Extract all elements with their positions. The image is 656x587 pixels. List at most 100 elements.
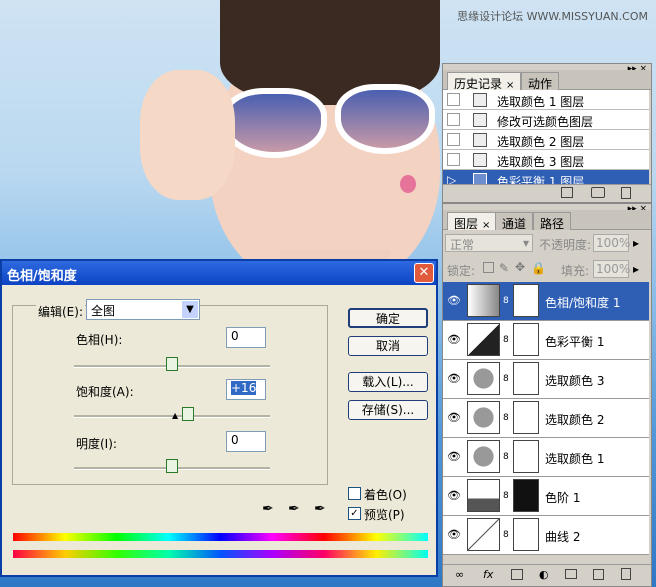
hand — [140, 70, 235, 200]
close-icon[interactable]: ✕ — [414, 263, 434, 283]
tab-paths[interactable]: 路径 — [533, 212, 572, 231]
eyedropper-icon[interactable]: ✒ — [262, 501, 274, 517]
link-icon: 8 — [503, 374, 509, 384]
mask-thumb — [513, 284, 539, 317]
mask-thumb — [513, 323, 539, 356]
document-icon — [473, 93, 487, 107]
earring — [400, 175, 416, 193]
watermark: 思缘设计论坛 WWW.MISSYUAN.COM — [457, 10, 648, 23]
preview-checkbox[interactable]: ✓ — [348, 507, 361, 520]
dialog-titlebar[interactable]: 色相/饱和度 ✕ — [2, 261, 436, 285]
levels-thumb — [467, 479, 500, 512]
mask-thumb — [513, 479, 539, 512]
opacity-field[interactable]: 100% — [593, 234, 630, 252]
hue-saturation-thumb — [467, 284, 500, 317]
adjustment-layer-icon[interactable]: ◐ — [539, 568, 549, 581]
eyedropper-plus-icon[interactable]: ✒ — [288, 501, 300, 517]
lock-pixels-icon[interactable] — [483, 262, 494, 273]
mask-thumb — [513, 518, 539, 551]
eye-icon[interactable]: 👁 — [446, 372, 462, 386]
layer-row[interactable]: 👁 8 选取颜色 1 — [443, 438, 649, 477]
tab-actions[interactable]: 动作 — [521, 72, 560, 91]
trash-icon[interactable] — [621, 187, 631, 199]
color-balance-thumb — [467, 323, 500, 356]
layer-row[interactable]: 👁 8 曲线 2 — [443, 516, 649, 555]
blend-mode-select[interactable]: 正常 ▾ — [445, 234, 533, 252]
tab-channels[interactable]: 通道 — [495, 212, 534, 231]
selective-color-thumb — [467, 401, 500, 434]
layer-row[interactable]: 👁 8 选取颜色 2 — [443, 399, 649, 438]
tab-history[interactable]: 历史记录 × — [447, 72, 522, 91]
layers-footer: ∞ fx ◐ — [443, 564, 651, 586]
chevron-down-icon: ▾ — [522, 236, 529, 250]
brush-lock-icon[interactable]: ✎ — [499, 261, 509, 275]
saturation-input[interactable]: +16 — [226, 379, 266, 400]
new-layer-icon[interactable] — [593, 569, 604, 580]
color-bar-bottom — [13, 550, 428, 558]
close-icon[interactable]: × — [482, 220, 490, 231]
chevron-down-icon[interactable]: ▼ — [182, 301, 198, 318]
document-icon — [473, 153, 487, 167]
history-panel: ▸▸ × 历史记录 × 动作 选取颜色 1 图层 修改可选颜色图层 选取颜色 2 … — [442, 63, 652, 203]
eyedropper-minus-icon[interactable]: ✒ — [314, 501, 326, 517]
list-item[interactable]: 选取颜色 2 图层 — [443, 130, 649, 150]
add-mask-icon[interactable] — [511, 569, 523, 580]
layers-panel: ▸▸ × 图层 × 通道 路径 正常 ▾ 不透明度: 100% ▸ 锁定: ✎ ✥ … — [442, 203, 652, 587]
lock-all-icon[interactable]: 🔒 — [531, 261, 546, 275]
eye-icon[interactable]: 👁 — [446, 450, 462, 464]
mask-thumb — [513, 362, 539, 395]
lightness-slider-handle[interactable] — [166, 459, 178, 473]
link-layers-icon[interactable]: ∞ — [455, 568, 464, 581]
link-icon: 8 — [503, 296, 509, 306]
eye-icon[interactable]: 👁 — [446, 411, 462, 425]
link-icon: 8 — [503, 530, 509, 540]
hue-saturation-dialog: 色相/饱和度 ✕ 编辑(E): 全图 ▼ 色相(H): 0 饱和度(A): +1… — [0, 259, 438, 577]
cancel-button[interactable]: 取消 — [348, 336, 428, 356]
list-item[interactable]: 选取颜色 3 图层 — [443, 150, 649, 170]
fill-arrow-icon[interactable]: ▸ — [633, 262, 639, 276]
layer-row[interactable]: 👁 8 色相/饱和度 1 — [443, 282, 649, 321]
fx-icon[interactable]: fx — [483, 568, 493, 581]
eye-icon[interactable]: 👁 — [446, 294, 462, 308]
selective-color-thumb — [467, 440, 500, 473]
lightness-input[interactable]: 0 — [226, 431, 266, 452]
colorize-checkbox[interactable] — [348, 487, 361, 500]
eye-icon[interactable]: 👁 — [446, 333, 462, 347]
link-icon: 8 — [503, 335, 509, 345]
new-document-icon[interactable] — [561, 187, 573, 198]
list-item[interactable]: 选取颜色 1 图层 — [443, 90, 649, 110]
layer-row[interactable]: 👁 8 选取颜色 3 — [443, 360, 649, 399]
ok-button[interactable]: 确定 — [348, 308, 428, 328]
eye-icon[interactable]: 👁 — [446, 528, 462, 542]
history-list: 选取颜色 1 图层 修改可选颜色图层 选取颜色 2 图层 选取颜色 3 图层 ▷… — [443, 90, 649, 190]
document-icon — [473, 133, 487, 147]
sunglasses-left-lens — [222, 88, 327, 158]
saturation-slider-handle[interactable] — [182, 407, 194, 421]
history-footer — [443, 184, 651, 202]
layers-tabbar: 图层 × 通道 路径 — [443, 210, 651, 231]
mask-thumb — [513, 401, 539, 434]
selective-color-thumb — [467, 362, 500, 395]
hue-slider-handle[interactable] — [166, 357, 178, 371]
camera-icon[interactable] — [591, 187, 605, 198]
opacity-arrow-icon[interactable]: ▸ — [633, 236, 639, 250]
save-button[interactable]: 存储(S)... — [348, 400, 428, 420]
folder-icon[interactable] — [565, 569, 577, 579]
document-icon — [473, 113, 487, 127]
fill-field[interactable]: 100% — [593, 260, 630, 278]
sunglasses-right-lens — [335, 84, 435, 154]
curves-thumb — [467, 518, 500, 551]
tab-layers[interactable]: 图层 × — [447, 212, 498, 231]
hue-input[interactable]: 0 — [226, 327, 266, 348]
settings-group — [12, 305, 328, 485]
layer-row[interactable]: 👁 8 色彩平衡 1 — [443, 321, 649, 360]
trash-icon[interactable] — [621, 568, 631, 580]
history-tabbar: 历史记录 × 动作 — [443, 70, 651, 91]
color-bar-top — [13, 533, 428, 541]
load-button[interactable]: 载入(L)... — [348, 372, 428, 392]
eye-icon[interactable]: 👁 — [446, 489, 462, 503]
move-lock-icon[interactable]: ✥ — [515, 260, 525, 274]
layer-row[interactable]: 👁 8 色阶 1 — [443, 477, 649, 516]
edit-select[interactable]: 全图 ▼ — [86, 299, 200, 320]
list-item[interactable]: 修改可选颜色图层 — [443, 110, 649, 130]
